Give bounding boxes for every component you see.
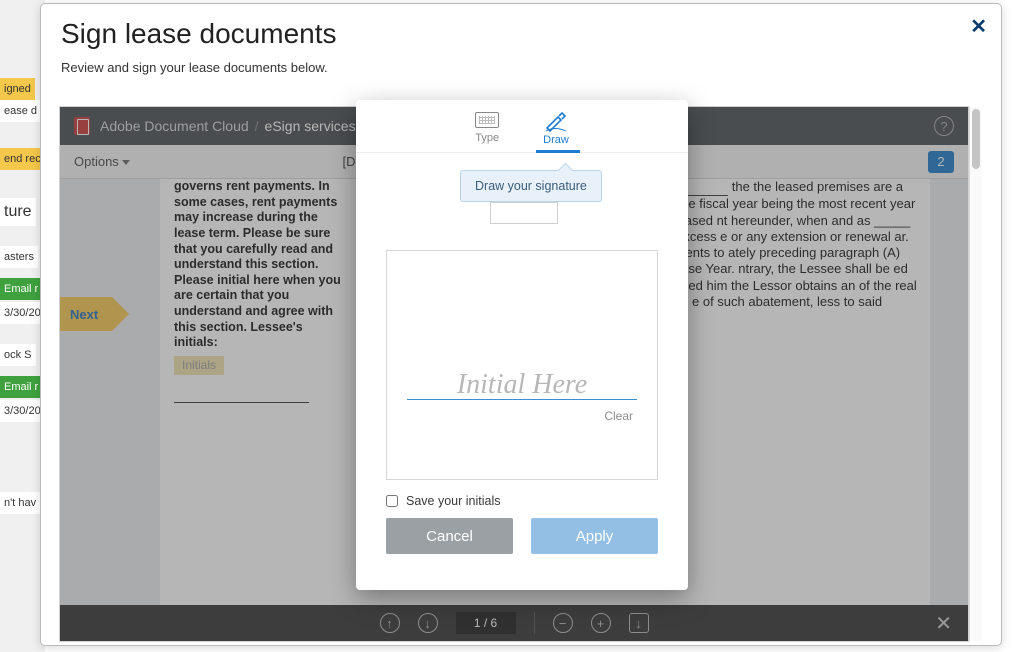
adobe-viewer: Adobe Document Cloud / eSign services ? … <box>59 106 969 642</box>
zoom-in-icon[interactable]: + <box>591 613 611 633</box>
save-initials-label: Save your initials <box>406 494 501 508</box>
bg-chip: ture <box>0 198 36 226</box>
bg-chip: end rec <box>0 148 45 170</box>
page-indicator[interactable]: 1 / 6 <box>456 612 516 634</box>
signature-tabs: Type Draw <box>356 100 688 153</box>
scroll-down-icon[interactable]: ↓ <box>418 613 438 633</box>
left-column-text: governs rent payments. In some cases, re… <box>174 179 344 403</box>
bg-chip: igned <box>0 78 35 100</box>
viewer-scrollbar[interactable] <box>969 107 982 641</box>
bg-chip: 3/30/20 <box>0 400 45 422</box>
adobe-crumb: eSign services <box>265 118 356 134</box>
footer-close-icon[interactable]: ✕ <box>935 611 952 636</box>
keyboard-icon <box>475 112 499 128</box>
help-icon[interactable]: ? <box>934 116 954 136</box>
apply-button[interactable]: Apply <box>531 518 658 554</box>
adobe-pdf-icon <box>74 117 90 135</box>
modal-close-button[interactable]: ✕ <box>970 14 987 39</box>
bg-chip: 3/30/20 <box>0 302 45 324</box>
tab-draw[interactable]: Draw <box>543 112 569 146</box>
bg-chip: ock S <box>0 344 36 366</box>
download-icon[interactable]: ↓ <box>629 613 649 633</box>
sign-lease-modal: ✕ Sign lease documents Review and sign y… <box>40 3 1002 646</box>
style-select-fragment <box>490 202 558 224</box>
signature-canvas[interactable]: Initial Here Clear <box>386 250 658 480</box>
tab-type[interactable]: Type <box>475 112 499 146</box>
cancel-button[interactable]: Cancel <box>386 518 513 554</box>
clear-button[interactable]: Clear <box>604 409 633 423</box>
draw-tooltip: Draw your signature <box>460 170 602 202</box>
modal-title: Sign lease documents <box>41 4 1001 54</box>
signature-baseline <box>407 399 637 400</box>
bg-chip: asters <box>0 246 38 268</box>
save-initials-input[interactable] <box>386 495 398 507</box>
scroll-up-icon[interactable]: ↑ <box>380 613 400 633</box>
zoom-out-icon[interactable]: − <box>553 613 573 633</box>
pen-icon <box>544 112 568 132</box>
signature-dialog: Type Draw Draw your signature Initial He… <box>356 100 688 590</box>
initials-line <box>174 387 309 403</box>
bg-chip: n't hav <box>0 492 40 514</box>
modal-subtitle: Review and sign your lease documents bel… <box>41 54 1001 85</box>
bg-chip: ease d <box>0 100 41 122</box>
bg-chip: Email r <box>0 278 42 300</box>
save-initials-checkbox[interactable]: Save your initials <box>386 494 501 508</box>
bg-chip: Email r <box>0 376 42 398</box>
signature-placeholder: Initial Here <box>387 369 657 401</box>
initials-field[interactable]: Initials <box>174 356 224 375</box>
adobe-footer: ↑ ↓ 1 / 6 − + ↓ ✕ <box>60 605 968 641</box>
next-field-flag[interactable]: Next <box>60 297 112 331</box>
adobe-brand: Adobe Document Cloud <box>100 118 249 134</box>
